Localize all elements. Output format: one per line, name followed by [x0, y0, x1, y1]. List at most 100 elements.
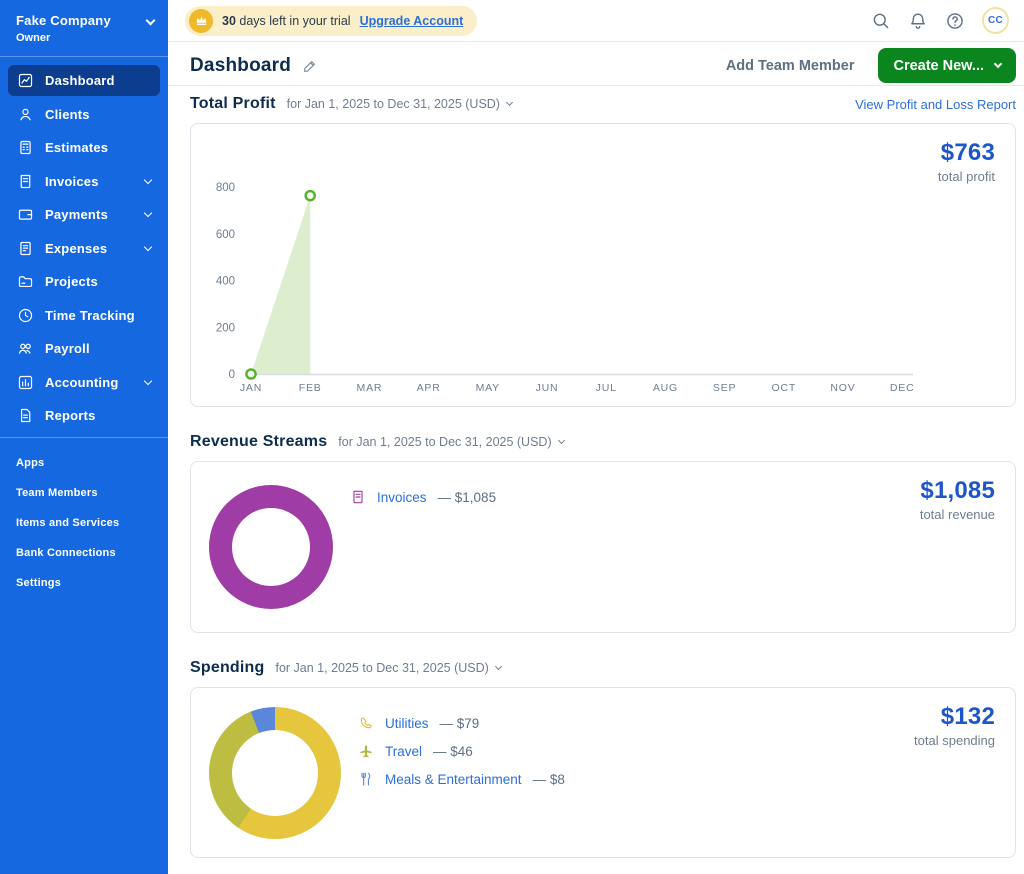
projects-icon — [17, 273, 34, 290]
upgrade-account-link[interactable]: Upgrade Account — [360, 14, 464, 28]
spending-donut-chart — [209, 706, 341, 839]
content: Dashboard Add Team Member Create New... … — [168, 42, 1024, 874]
invoice-icon — [350, 489, 366, 505]
sidebar-item-estimates[interactable]: Estimates — [8, 132, 160, 163]
chevron-down-icon — [494, 662, 502, 671]
topbar: 30 days left in your trial Upgrade Accou… — [168, 0, 1024, 42]
revenue-streams-section-header: Revenue Streams for Jan 1, 2025 to Dec 3… — [190, 433, 1016, 451]
plane-icon — [358, 743, 374, 759]
help-icon[interactable] — [945, 11, 965, 31]
sidebar-item-reports[interactable]: Reports — [8, 400, 160, 431]
chevron-down-icon — [143, 208, 153, 218]
sidebar-item-label: Payments — [45, 207, 109, 222]
sidebar-divider — [0, 56, 168, 57]
revenue-streams-card: Invoices — $1,085 $1,085 total revenue — [190, 461, 1016, 633]
sidebar-item-settings[interactable]: Settings — [16, 568, 152, 598]
svg-text:400: 400 — [216, 276, 235, 288]
sidebar-item-items-and-services[interactable]: Items and Services — [16, 508, 152, 538]
sidebar-item-label: Invoices — [45, 173, 99, 189]
dashboard-icon — [17, 72, 34, 89]
legend-item-utilities: Utilities — $79 — [358, 715, 565, 731]
chevron-down-icon — [557, 436, 565, 445]
sidebar-item-accounting[interactable]: Accounting — [8, 367, 160, 398]
sidebar-item-time-tracking[interactable]: Time Tracking — [8, 300, 160, 331]
sidebar-item-label: Time Tracking — [45, 307, 135, 323]
view-profit-loss-report-link[interactable]: View Profit and Loss Report — [855, 97, 1016, 112]
main-area: 30 days left in your trial Upgrade Accou… — [168, 0, 1024, 874]
trial-days: 30 — [222, 13, 236, 28]
svg-text:600: 600 — [216, 229, 235, 241]
sidebar-item-label: Estimates — [45, 140, 109, 155]
spending-section-header: Spending for Jan 1, 2025 to Dec 31, 2025… — [190, 659, 1016, 677]
sidebar-item-apps[interactable]: Apps — [16, 448, 152, 478]
header-divider — [168, 85, 1024, 86]
legend-link-travel[interactable]: Travel — [385, 744, 422, 759]
legend-link-invoices[interactable]: Invoices — [377, 490, 427, 505]
date-range-selector[interactable]: for Jan 1, 2025 to Dec 31, 2025 (USD) — [338, 435, 565, 449]
payments-icon — [17, 206, 34, 223]
sidebar: Fake Company Owner Dashboard Clients Estim… — [0, 0, 168, 874]
sidebar-item-label: Payroll — [45, 341, 90, 356]
chevron-down-icon — [143, 242, 153, 251]
chevron-down-icon — [143, 175, 153, 184]
chevron-down-icon — [143, 376, 153, 385]
legend-link-utilities[interactable]: Utilities — [385, 716, 429, 731]
sidebar-item-label: Dashboard — [45, 73, 115, 88]
sidebar-item-invoices[interactable]: Invoices — [8, 166, 160, 197]
phone-icon — [358, 715, 374, 731]
app-root: Fake Company Owner Dashboard Clients Estim… — [0, 0, 1024, 874]
section-title: Spending — [190, 659, 265, 676]
sidebar-item-label: Clients — [45, 106, 90, 122]
clients-icon — [17, 106, 34, 123]
add-team-member-button[interactable]: Add Team Member — [726, 58, 855, 74]
edit-dashboard-pencil-icon[interactable] — [302, 58, 318, 74]
sidebar-secondary-nav: Apps Team Members Items and Services Bank C… — [0, 443, 168, 603]
sidebar-item-payments[interactable]: Payments — [8, 199, 160, 230]
sidebar-item-expenses[interactable]: Expenses — [8, 233, 160, 264]
total-profit-section-header: Total Profit for Jan 1, 2025 to Dec 31, … — [190, 95, 1016, 113]
date-range-selector[interactable]: for Jan 1, 2025 to Dec 31, 2025 (USD) — [287, 97, 514, 111]
svg-text:OCT: OCT — [772, 382, 797, 394]
sidebar-nav: Dashboard Clients Estimates Invoices Payment… — [0, 62, 168, 434]
svg-text:0: 0 — [229, 369, 235, 381]
create-new-button[interactable]: Create New... — [878, 48, 1016, 83]
section-title: Revenue Streams — [190, 433, 328, 450]
payroll-icon — [17, 340, 34, 357]
svg-text:AUG: AUG — [653, 382, 678, 394]
sidebar-item-label: Projects — [45, 274, 98, 289]
svg-text:JUN: JUN — [536, 382, 559, 394]
legend-link-meals-entertainment[interactable]: Meals & Entertainment — [385, 772, 522, 787]
search-icon[interactable] — [871, 11, 891, 31]
page-title: Dashboard — [190, 54, 292, 76]
sidebar-item-clients[interactable]: Clients — [8, 99, 160, 130]
company-switcher[interactable]: Fake Company Owner — [0, 0, 168, 53]
sidebar-item-projects[interactable]: Projects — [8, 266, 160, 297]
total-profit-label: total profit — [937, 169, 995, 184]
total-revenue-value: $1,085 — [920, 477, 995, 504]
topbar-actions: CC — [871, 7, 1009, 34]
sidebar-item-dashboard[interactable]: Dashboard — [8, 65, 160, 96]
sidebar-item-label: Reports — [45, 408, 96, 423]
bell-icon[interactable] — [908, 11, 928, 31]
accounting-icon — [17, 374, 34, 391]
trial-banner: 30 days left in your trial Upgrade Accou… — [185, 5, 478, 36]
sidebar-item-label: Accounting — [45, 374, 119, 390]
profit-area-chart: 0 200 400 600 800 JAN FEB MAR APR MAY JUN JUL AUG SEP… — [216, 182, 915, 394]
company-name: Fake Company — [16, 13, 111, 28]
svg-text:FEB: FEB — [299, 382, 322, 394]
avatar[interactable]: CC — [982, 7, 1009, 34]
date-range-selector[interactable]: for Jan 1, 2025 to Dec 31, 2025 (USD) — [275, 661, 502, 675]
crown-icon — [189, 8, 213, 33]
svg-text:DEC: DEC — [890, 382, 915, 394]
sidebar-divider — [0, 436, 168, 438]
reports-icon — [17, 407, 34, 424]
legend-amount: — $8 — [532, 771, 565, 787]
legend-item-meals-entertainment: Meals & Entertainment — $8 — [358, 771, 565, 787]
total-spending-value: $132 — [940, 703, 995, 730]
sidebar-item-payroll[interactable]: Payroll — [8, 333, 160, 364]
section-title: Total Profit — [190, 95, 276, 112]
company-role: Owner — [16, 32, 51, 44]
sidebar-item-bank-connections[interactable]: Bank Connections — [16, 538, 152, 568]
sidebar-item-team-members[interactable]: Team Members — [16, 478, 152, 508]
chevron-down-icon — [505, 98, 514, 107]
